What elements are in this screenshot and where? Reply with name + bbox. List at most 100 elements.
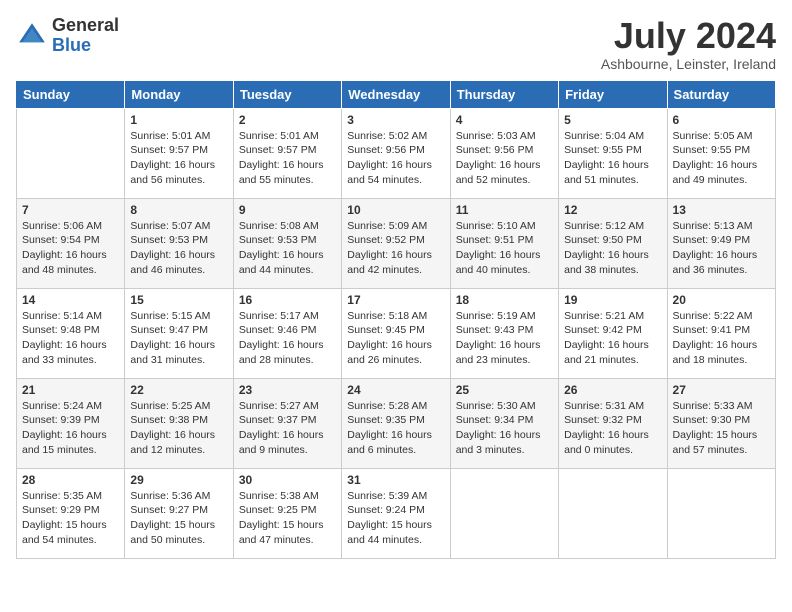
day-number: 23 [239, 383, 336, 397]
calendar-cell: 6Sunrise: 5:05 AMSunset: 9:55 PMDaylight… [667, 108, 775, 198]
sunset-text: Sunset: 9:49 PM [673, 234, 751, 246]
day-number: 22 [130, 383, 227, 397]
calendar-cell [667, 468, 775, 558]
calendar-cell: 15Sunrise: 5:15 AMSunset: 9:47 PMDayligh… [125, 288, 233, 378]
day-info: Sunrise: 5:36 AMSunset: 9:27 PMDaylight:… [130, 489, 227, 548]
sunrise-text: Sunrise: 5:10 AM [456, 220, 536, 232]
daylight-text: Daylight: 16 hours and 36 minutes. [673, 249, 758, 276]
calendar-day-header: Thursday [450, 80, 558, 108]
day-info: Sunrise: 5:24 AMSunset: 9:39 PMDaylight:… [22, 399, 119, 458]
sunset-text: Sunset: 9:48 PM [22, 324, 100, 336]
daylight-text: Daylight: 16 hours and 9 minutes. [239, 429, 324, 456]
sunrise-text: Sunrise: 5:21 AM [564, 310, 644, 322]
day-number: 4 [456, 113, 553, 127]
daylight-text: Daylight: 15 hours and 47 minutes. [239, 519, 324, 546]
sunrise-text: Sunrise: 5:19 AM [456, 310, 536, 322]
sunrise-text: Sunrise: 5:03 AM [456, 130, 536, 142]
daylight-text: Daylight: 16 hours and 33 minutes. [22, 339, 107, 366]
calendar-week-row: 28Sunrise: 5:35 AMSunset: 9:29 PMDayligh… [17, 468, 776, 558]
sunset-text: Sunset: 9:37 PM [239, 414, 317, 426]
sunrise-text: Sunrise: 5:31 AM [564, 400, 644, 412]
sunset-text: Sunset: 9:27 PM [130, 504, 208, 516]
sunset-text: Sunset: 9:56 PM [347, 144, 425, 156]
sunset-text: Sunset: 9:53 PM [239, 234, 317, 246]
calendar-cell: 8Sunrise: 5:07 AMSunset: 9:53 PMDaylight… [125, 198, 233, 288]
day-info: Sunrise: 5:14 AMSunset: 9:48 PMDaylight:… [22, 309, 119, 368]
sunrise-text: Sunrise: 5:27 AM [239, 400, 319, 412]
day-number: 12 [564, 203, 661, 217]
sunset-text: Sunset: 9:47 PM [130, 324, 208, 336]
day-info: Sunrise: 5:06 AMSunset: 9:54 PMDaylight:… [22, 219, 119, 278]
sunrise-text: Sunrise: 5:02 AM [347, 130, 427, 142]
sunrise-text: Sunrise: 5:18 AM [347, 310, 427, 322]
calendar-day-header: Friday [559, 80, 667, 108]
calendar-cell: 31Sunrise: 5:39 AMSunset: 9:24 PMDayligh… [342, 468, 450, 558]
day-number: 11 [456, 203, 553, 217]
sunrise-text: Sunrise: 5:06 AM [22, 220, 102, 232]
daylight-text: Daylight: 16 hours and 15 minutes. [22, 429, 107, 456]
day-number: 10 [347, 203, 444, 217]
calendar-cell: 5 Sunrise: 5:04 AMSunset: 9:55 PMDaylight… [559, 108, 667, 198]
day-number: 6 [673, 113, 770, 127]
sunrise-text: Sunrise: 5:22 AM [673, 310, 753, 322]
daylight-text: Daylight: 15 hours and 57 minutes. [673, 429, 758, 456]
day-number: 5 [564, 113, 661, 127]
calendar-cell: 26 Sunrise: 5:31 AMSunset: 9:32 PMDayligh… [559, 378, 667, 468]
calendar-week-row: 7Sunrise: 5:06 AMSunset: 9:54 PMDaylight… [17, 198, 776, 288]
calendar-cell: 29Sunrise: 5:36 AMSunset: 9:27 PMDayligh… [125, 468, 233, 558]
day-number: 3 [347, 113, 444, 127]
day-info: Sunrise: 5:12 AMSunset: 9:50 PMDaylight:… [564, 219, 661, 278]
daylight-text: Daylight: 16 hours and 3 minutes. [456, 429, 541, 456]
page-header: General Blue July 2024 Ashbourne, Leinst… [16, 16, 776, 72]
calendar-cell: 28Sunrise: 5:35 AMSunset: 9:29 PMDayligh… [17, 468, 125, 558]
day-info: Sunrise: 5:31 AMSunset: 9:32 PMDaylight:… [564, 399, 661, 458]
day-info: Sunrise: 5:08 AMSunset: 9:53 PMDaylight:… [239, 219, 336, 278]
calendar-cell: 2Sunrise: 5:01 AMSunset: 9:57 PMDaylight… [233, 108, 341, 198]
calendar-cell: 9Sunrise: 5:08 AMSunset: 9:53 PMDaylight… [233, 198, 341, 288]
sunset-text: Sunset: 9:43 PM [456, 324, 534, 336]
day-number: 13 [673, 203, 770, 217]
day-info: Sunrise: 5:04 AMSunset: 9:55 PMDaylight:… [564, 129, 661, 188]
calendar-week-row: 14Sunrise: 5:14 AMSunset: 9:48 PMDayligh… [17, 288, 776, 378]
sunset-text: Sunset: 9:34 PM [456, 414, 534, 426]
calendar-day-header: Tuesday [233, 80, 341, 108]
day-info: Sunrise: 5:19 AM Sunset: 9:43 PM Daylight:… [456, 309, 553, 368]
calendar-cell: 10 Sunrise: 5:09 AMSunset: 9:52 PMDayligh… [342, 198, 450, 288]
day-info: Sunrise: 5:13 AMSunset: 9:49 PMDaylight:… [673, 219, 770, 278]
day-number: 26 [564, 383, 661, 397]
day-number: 16 [239, 293, 336, 307]
calendar-day-header: Wednesday [342, 80, 450, 108]
day-number: 19 [564, 293, 661, 307]
sunset-text: Sunset: 9:45 PM [347, 324, 425, 336]
day-info: Sunrise: 5:27 AM Sunset: 9:37 PM Daylight:… [239, 399, 336, 458]
sunrise-text: Sunrise: 5:39 AM [347, 490, 427, 502]
sunrise-text: Sunrise: 5:01 AM [130, 130, 210, 142]
calendar-week-row: 1Sunrise: 5:01 AMSunset: 9:57 PMDaylight… [17, 108, 776, 198]
sunset-text: Sunset: 9:29 PM [22, 504, 100, 516]
sunset-text: Sunset: 9:55 PM [673, 144, 751, 156]
daylight-text: Daylight: 16 hours and 23 minutes. [456, 339, 541, 366]
day-info: Sunrise: 5:17 AMSunset: 9:46 PMDaylight:… [239, 309, 336, 368]
daylight-text: Daylight: 16 hours and 6 minutes. [347, 429, 432, 456]
day-info: Sunrise: 5:18 AMSunset: 9:45 PMDaylight:… [347, 309, 444, 368]
day-number: 18 [456, 293, 553, 307]
day-number: 2 [239, 113, 336, 127]
sunset-text: Sunset: 9:51 PM [456, 234, 534, 246]
daylight-text: Daylight: 16 hours and 31 minutes. [130, 339, 215, 366]
day-info: Sunrise: 5:09 AMSunset: 9:52 PMDaylight:… [347, 219, 444, 278]
day-info: Sunrise: 5:38 AMSunset: 9:25 PMDaylight:… [239, 489, 336, 548]
day-number: 31 [347, 473, 444, 487]
day-number: 30 [239, 473, 336, 487]
day-info: Sunrise: 5:03 AM Sunset: 9:56 PM Daylight:… [456, 129, 553, 188]
calendar-table: SundayMondayTuesdayWednesdayThursdayFrid… [16, 80, 776, 559]
daylight-text: Daylight: 16 hours and 52 minutes. [456, 159, 541, 186]
logo-general-text: General [52, 16, 119, 36]
sunset-text: Sunset: 9:56 PM [456, 144, 534, 156]
logo-blue-text: Blue [52, 36, 119, 56]
day-number: 25 [456, 383, 553, 397]
sunrise-text: Sunrise: 5:09 AM [347, 220, 427, 232]
calendar-cell: 24Sunrise: 5:28 AMSunset: 9:35 PMDayligh… [342, 378, 450, 468]
sunset-text: Sunset: 9:25 PM [239, 504, 317, 516]
sunset-text: Sunset: 9:57 PM [130, 144, 208, 156]
sunrise-text: Sunrise: 5:05 AM [673, 130, 753, 142]
